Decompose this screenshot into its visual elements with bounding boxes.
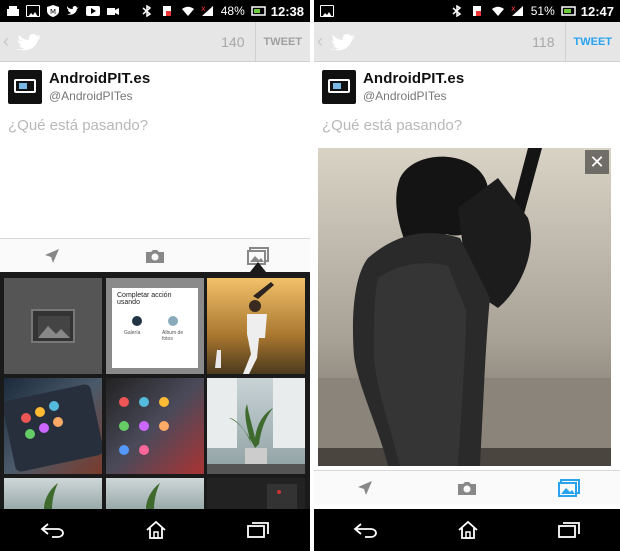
gallery-icon [558,478,580,497]
account-header: AndroidPIT.es @AndroidPITes [8,70,150,104]
gallery-thumb-cricket[interactable] [207,278,305,374]
navigation-bar [314,509,620,551]
left-screen: M x 48% 12:38 ‹ 140 TWEET AndroidPIT.es … [0,0,310,551]
status-bar: x 51% 12:47 [314,0,620,22]
gallery-picker-tile[interactable] [4,278,102,374]
character-counter: 140 [221,33,245,50]
plant-window-image [207,378,305,474]
gallery-thumb-plant-3[interactable] [106,478,204,509]
sim-icon [161,5,175,17]
action-bar: ‹ 118 TWEET [314,21,620,62]
navigation-bar [0,509,310,551]
pick-image-icon [31,309,75,343]
clock: 12:38 [270,3,304,19]
shield-icon: M [46,5,60,17]
camera-icon [145,249,164,263]
svg-text:x: x [201,5,206,13]
tablet-screenshot-image [4,384,102,472]
bluetooth-icon [451,4,465,18]
status-bar: M x 48% 12:38 [0,0,310,22]
home-icon[interactable] [145,520,167,540]
back-chevron-icon[interactable]: ‹ [3,31,13,52]
dialog-option-album: Álbum de fotos [162,330,184,342]
tweet-button[interactable]: TWEET [564,21,620,62]
avatar [322,70,356,104]
cricket-player-image [215,282,274,374]
twitter-notification-icon [66,5,80,17]
account-header: AndroidPIT.es @AndroidPITes [322,70,464,104]
signal-icon: x [201,4,215,17]
svg-text:x: x [511,5,516,13]
account-name: AndroidPIT.es [49,70,151,87]
dialog-title: Completar acción usando [117,292,172,306]
battery-percent: 48% [220,4,245,18]
location-arrow-icon [44,248,59,263]
dark-screenshot-image [267,484,297,509]
gallery-thumb-plant[interactable] [207,378,305,474]
compose-input[interactable]: ¿Qué está pasando? [8,117,148,134]
home-icon[interactable] [457,520,479,540]
right-screen: x 51% 12:47 ‹ 118 TWEET AndroidPIT.es @A… [314,0,620,551]
camera-button[interactable] [416,471,518,504]
back-icon[interactable] [40,521,66,539]
wifi-icon [491,5,505,17]
video-icon [106,5,120,17]
camera-button[interactable] [103,239,206,272]
usb-icon [6,5,20,17]
account-handle: @AndroidPITes [363,89,447,103]
recent-apps-icon[interactable] [246,521,270,539]
battery-icon [561,5,576,17]
selection-pointer [250,262,266,272]
location-button[interactable] [0,239,103,272]
gallery-thumb-dark[interactable] [207,478,305,509]
bluetooth-icon [141,4,155,18]
signal-icon: x [511,4,525,17]
remove-photo-button[interactable]: ✕ [585,150,609,174]
battery-icon [251,5,266,17]
action-bar: ‹ 140 TWEET [0,21,311,62]
attached-photo: ✕ [318,148,611,466]
recent-apps-icon[interactable] [557,521,581,539]
youtube-icon [86,5,100,17]
image-notification-icon [26,5,40,17]
plant-image [146,483,160,509]
media-toolbar [314,470,620,504]
homescreen-screenshot-image [119,397,169,455]
image-notification-icon [320,5,334,17]
tweet-button[interactable]: TWEET [254,21,311,62]
compose-input[interactable]: ¿Qué está pasando? [322,117,462,134]
gallery-button[interactable] [518,471,620,504]
plant-image [44,483,58,509]
sim-icon [471,5,485,17]
battery-percent: 51% [530,4,555,18]
gallery-thumb-plant-2[interactable] [4,478,102,509]
svg-text:M: M [50,8,56,16]
character-counter: 118 [532,33,555,50]
dialog-option-gallery: Galería [124,330,141,336]
cricket-player-photo [318,148,611,466]
twitter-bird-icon[interactable] [331,31,359,53]
twitter-bird-icon[interactable] [17,31,45,53]
wifi-icon [181,5,195,17]
camera-icon [458,481,476,495]
account-handle: @AndroidPITes [49,89,133,103]
avatar [8,70,42,104]
clock: 12:47 [580,3,614,19]
account-name: AndroidPIT.es [363,70,465,87]
back-icon[interactable] [353,521,379,539]
location-arrow-icon [358,480,372,495]
back-chevron-icon[interactable]: ‹ [317,31,327,52]
gallery-thumb-dialog[interactable]: Completar acción usando Galería Álbum de… [106,278,204,374]
gallery-thumb-tablet[interactable] [4,378,102,474]
photo-gallery: Completar acción usando Galería Álbum de… [0,272,310,509]
location-button[interactable] [314,471,416,504]
gallery-thumb-homescreen[interactable] [106,378,204,474]
